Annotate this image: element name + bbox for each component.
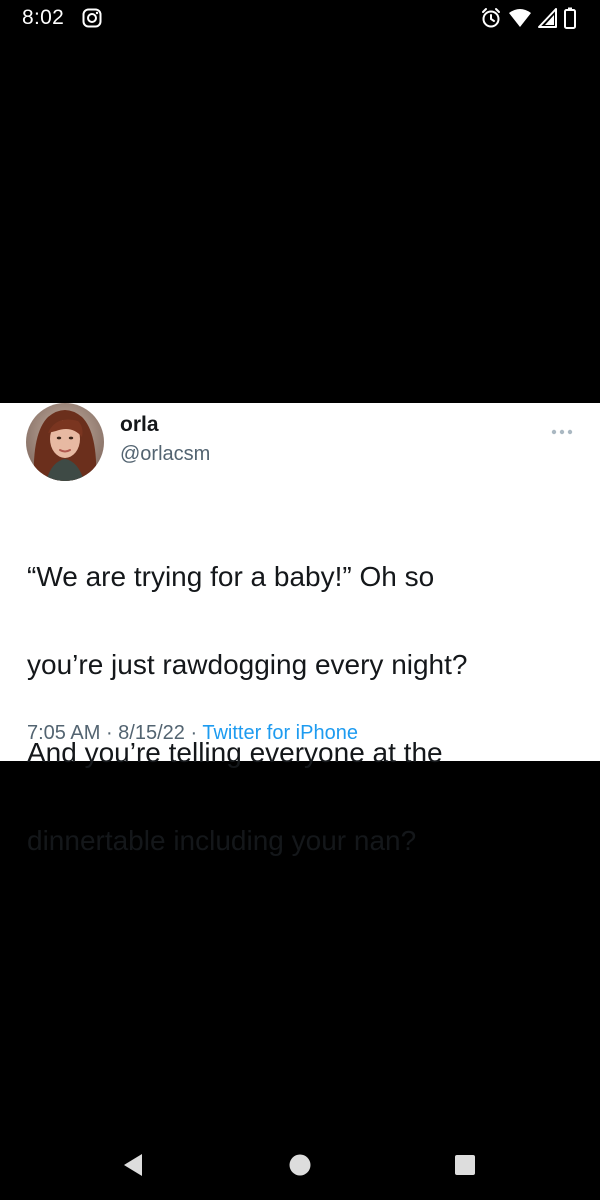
navigation-bar xyxy=(0,1130,600,1200)
tweet-text-line: “We are trying for a baby!” Oh so xyxy=(27,561,435,592)
home-icon[interactable] xyxy=(285,1150,315,1180)
tweet-meta: 7:05 AM · 8/15/22 · Twitter for iPhone xyxy=(27,722,358,745)
status-time: 8:02 xyxy=(22,6,65,29)
more-options-icon[interactable] xyxy=(550,423,574,435)
back-icon[interactable] xyxy=(118,1150,148,1180)
status-icons xyxy=(480,7,576,29)
instagram-icon xyxy=(82,8,102,28)
tweet-source-link[interactable]: Twitter for iPhone xyxy=(202,722,358,744)
tweet-text-line: dinnertable including your nan? xyxy=(27,825,417,856)
alarm-icon xyxy=(480,7,502,29)
display-name[interactable]: orla xyxy=(120,413,159,437)
recents-icon[interactable] xyxy=(450,1150,480,1180)
avatar[interactable] xyxy=(26,403,104,481)
tweet-card: orla @orlacsm “We are trying for a baby!… xyxy=(0,403,600,856)
meta-separator: · xyxy=(100,722,119,744)
status-bar: 8:02 xyxy=(0,0,600,38)
meta-separator: · xyxy=(184,722,203,744)
tweet-date[interactable]: 8/15/22 xyxy=(118,722,185,744)
tweet-text-line: you’re just rawdogging every night? xyxy=(27,649,468,680)
tweet-text: “We are trying for a baby!” Oh so you’re… xyxy=(27,511,587,907)
user-handle[interactable]: @orlacsm xyxy=(120,443,210,466)
signal-icon xyxy=(538,8,558,28)
tweet-time[interactable]: 7:05 AM xyxy=(27,722,100,744)
wifi-icon xyxy=(508,8,532,28)
battery-icon xyxy=(564,7,576,29)
